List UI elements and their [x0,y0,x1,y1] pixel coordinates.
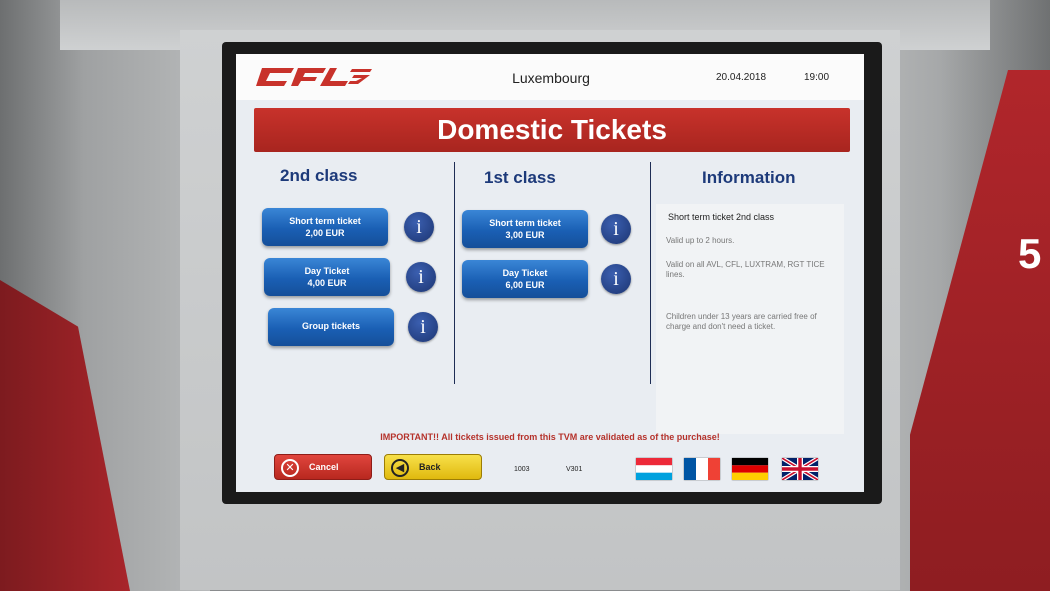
ticket-button-2nd-short-term[interactable]: Short term ticket 2,00 EUR [262,208,388,246]
flag-uk-button[interactable] [782,458,818,480]
flag-germany-button[interactable] [732,458,768,480]
info-icon[interactable]: i [404,212,434,242]
info-icon[interactable]: i [408,312,438,342]
ticket-name: Short term ticket [489,218,561,228]
cancel-label: Cancel [309,462,339,472]
info-paragraph: Children under 13 years are carried free… [666,312,817,331]
ticket-name: Group tickets [301,321,360,331]
version-code: V301 [566,466,583,473]
back-button[interactable]: ◀ Back [384,454,482,480]
ticket-price: 4,00 EUR [307,278,347,288]
header-bar: Luxembourg 20.04.2018 19:00 [236,54,864,100]
ticket-price: 2,00 EUR [305,228,345,238]
ticket-name: Day Ticket [502,268,548,278]
information-panel: Short term ticket 2nd class Valid up to … [656,204,844,434]
column-divider-2 [650,162,651,384]
info-paragraph: Valid up to 2 hours. [666,236,735,245]
info-icon[interactable]: i [406,262,436,292]
terminal-code: 1003 [514,466,530,473]
ticket-price: 3,00 EUR [505,230,545,240]
ticket-price: 6,00 EUR [505,280,545,290]
station-name: Luxembourg [512,70,590,86]
column-heading-information: Information [702,168,796,187]
column-heading-2nd-class: 2nd class [280,166,358,185]
info-title: Short term ticket 2nd class [668,212,775,222]
back-label: Back [419,462,441,472]
ticket-name: Short term ticket [289,216,361,226]
page-title: Domestic Tickets [437,114,667,145]
cfl-logo [256,68,372,86]
cancel-button[interactable]: ✕ Cancel [274,454,372,480]
validation-notice: IMPORTANT!! All tickets issued from this… [380,432,720,442]
info-paragraph: Valid on all AVL, CFL, LUXTRAM, RGT TICE… [666,260,825,279]
title-banner: Domestic Tickets [254,108,850,152]
tvm-screen: Luxembourg 20.04.2018 19:00 Domestic Tic… [236,54,864,492]
flag-france-button[interactable] [684,458,720,480]
column-heading-1st-class: 1st class [484,168,556,187]
info-icon[interactable]: i [601,214,631,244]
kiosk-number: 5 [1018,230,1042,277]
current-time: 19:00 [804,72,830,83]
column-divider-1 [454,162,455,384]
arrow-left-circle-icon: ◀ [391,459,409,477]
x-circle-icon: ✕ [281,459,299,477]
flag-luxembourg-button[interactable] [636,458,672,480]
ticket-button-1st-short-term[interactable]: Short term ticket 3,00 EUR [462,210,588,248]
info-icon[interactable]: i [601,264,631,294]
ticket-name: Day Ticket [304,266,350,276]
ticket-button-1st-day[interactable]: Day Ticket 6,00 EUR [462,260,588,298]
current-date: 20.04.2018 [716,72,767,83]
ticket-button-2nd-day[interactable]: Day Ticket 4,00 EUR [264,258,390,296]
ticket-button-group[interactable]: Group tickets [268,308,394,346]
